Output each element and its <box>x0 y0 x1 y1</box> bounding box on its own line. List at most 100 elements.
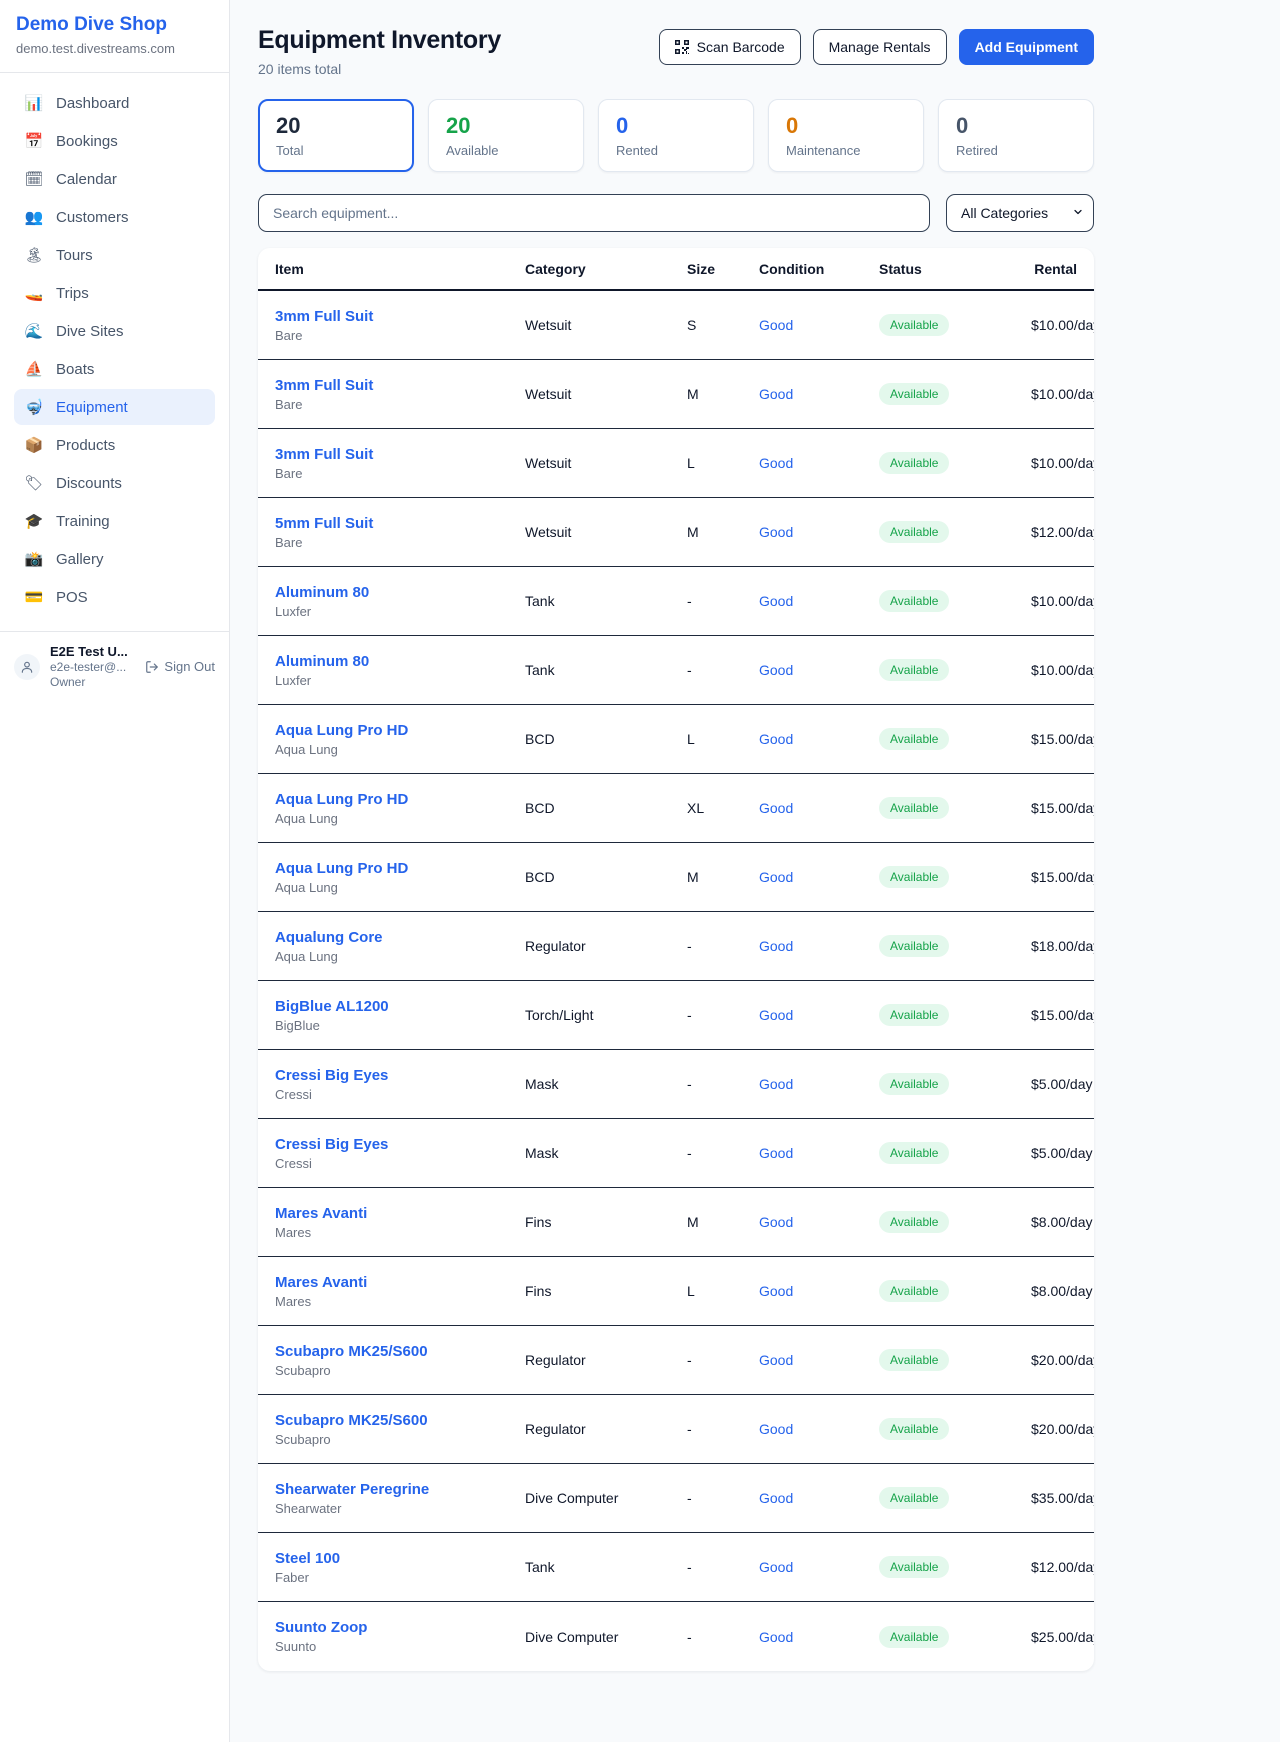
sidebar-item-gallery[interactable]: 📸 Gallery <box>14 541 215 577</box>
condition-link[interactable]: Good <box>759 1421 793 1437</box>
item-link[interactable]: Aluminum 80 <box>275 584 369 601</box>
condition-link[interactable]: Good <box>759 1559 793 1575</box>
sidebar-item-products[interactable]: 📦 Products <box>14 427 215 463</box>
sidebar-item-tours[interactable]: 🏝 Tours <box>14 237 215 273</box>
sidebar-item-calendar[interactable]: 🗓 Calendar <box>14 161 215 197</box>
condition-link[interactable]: Good <box>759 662 793 678</box>
condition-link[interactable]: Good <box>759 386 793 402</box>
column-header-category: Category <box>525 261 687 277</box>
table-row: Aqualung Core Aqua Lung Regulator - Good… <box>258 912 1094 981</box>
stat-card-total[interactable]: 20 Total <box>258 99 414 172</box>
item-link[interactable]: Scubapro MK25/S600 <box>275 1412 428 1429</box>
condition-cell: Good <box>759 455 879 471</box>
status-badge: Available <box>879 1211 949 1233</box>
scan-barcode-label: Scan Barcode <box>697 39 785 55</box>
status-badge: Available <box>879 935 949 957</box>
sidebar-item-discounts[interactable]: 🏷 Discounts <box>14 465 215 501</box>
manage-rentals-button[interactable]: Manage Rentals <box>813 29 947 65</box>
user-name: E2E Test U... <box>50 644 135 659</box>
item-link[interactable]: Shearwater Peregrine <box>275 1481 429 1498</box>
scan-barcode-button[interactable]: Scan Barcode <box>659 29 801 65</box>
condition-link[interactable]: Good <box>759 1076 793 1092</box>
condition-link[interactable]: Good <box>759 1007 793 1023</box>
stat-card-rented[interactable]: 0 Rented <box>598 99 754 172</box>
sidebar-item-equipment[interactable]: 🤿 Equipment <box>14 389 215 425</box>
user-meta: E2E Test U... e2e-tester@... Owner <box>50 644 135 689</box>
add-equipment-button[interactable]: Add Equipment <box>959 29 1094 65</box>
sidebar-item-pos[interactable]: 💳 POS <box>14 579 215 615</box>
sidebar-item-label: Calendar <box>56 171 117 188</box>
item-cell: Aqua Lung Pro HD Aqua Lung <box>275 860 525 895</box>
item-link[interactable]: 3mm Full Suit <box>275 446 373 463</box>
condition-link[interactable]: Good <box>759 869 793 885</box>
sidebar-item-training[interactable]: 🎓 Training <box>14 503 215 539</box>
table-row: Mares Avanti Mares Fins M Good Available… <box>258 1188 1094 1257</box>
credit-card-icon: 💳 <box>24 588 44 606</box>
calendar-date-icon: 📅 <box>24 132 44 150</box>
condition-link[interactable]: Good <box>759 524 793 540</box>
item-brand: Faber <box>275 1570 525 1585</box>
item-brand: Cressi <box>275 1156 525 1171</box>
condition-link[interactable]: Good <box>759 731 793 747</box>
sidebar-item-boats[interactable]: ⛵ Boats <box>14 351 215 387</box>
sidebar-item-trips[interactable]: 🚤 Trips <box>14 275 215 311</box>
item-link[interactable]: BigBlue AL1200 <box>275 998 389 1015</box>
condition-link[interactable]: Good <box>759 593 793 609</box>
item-link[interactable]: 3mm Full Suit <box>275 377 373 394</box>
item-link[interactable]: 5mm Full Suit <box>275 515 373 532</box>
sign-out-button[interactable]: Sign Out <box>145 659 215 674</box>
category-cell: Regulator <box>525 1421 687 1437</box>
sidebar-item-bookings[interactable]: 📅 Bookings <box>14 123 215 159</box>
condition-link[interactable]: Good <box>759 1145 793 1161</box>
item-link[interactable]: Aqua Lung Pro HD <box>275 860 408 877</box>
item-link[interactable]: Aluminum 80 <box>275 653 369 670</box>
status-badge: Available <box>879 383 949 405</box>
item-link[interactable]: Cressi Big Eyes <box>275 1067 388 1084</box>
table-row: Shearwater Peregrine Shearwater Dive Com… <box>258 1464 1094 1533</box>
category-cell: Wetsuit <box>525 455 687 471</box>
item-link[interactable]: Aqualung Core <box>275 929 383 946</box>
item-cell: Aluminum 80 Luxfer <box>275 653 525 688</box>
size-cell: - <box>687 1559 759 1575</box>
condition-cell: Good <box>759 800 879 816</box>
condition-link[interactable]: Good <box>759 800 793 816</box>
item-link[interactable]: Aqua Lung Pro HD <box>275 722 408 739</box>
category-select[interactable]: All Categories <box>946 194 1094 232</box>
condition-link[interactable]: Good <box>759 938 793 954</box>
item-link[interactable]: Aqua Lung Pro HD <box>275 791 408 808</box>
people-icon: 👥 <box>24 208 44 226</box>
condition-cell: Good <box>759 1559 879 1575</box>
condition-link[interactable]: Good <box>759 317 793 333</box>
stat-card-retired[interactable]: 0 Retired <box>938 99 1094 172</box>
item-link[interactable]: Cressi Big Eyes <box>275 1136 388 1153</box>
item-link[interactable]: 3mm Full Suit <box>275 308 373 325</box>
sidebar-item-customers[interactable]: 👥 Customers <box>14 199 215 235</box>
column-header-item: Item <box>275 261 525 277</box>
condition-link[interactable]: Good <box>759 1352 793 1368</box>
stat-card-maintenance[interactable]: 0 Maintenance <box>768 99 924 172</box>
search-input[interactable] <box>258 194 930 232</box>
condition-link[interactable]: Good <box>759 455 793 471</box>
table-row: Aqua Lung Pro HD Aqua Lung BCD XL Good A… <box>258 774 1094 843</box>
condition-link[interactable]: Good <box>759 1490 793 1506</box>
speedboat-icon: 🚤 <box>24 284 44 302</box>
stat-value: 0 <box>616 113 736 139</box>
table-row: Aqua Lung Pro HD Aqua Lung BCD L Good Av… <box>258 705 1094 774</box>
condition-link[interactable]: Good <box>759 1629 793 1645</box>
brand-title[interactable]: Demo Dive Shop <box>16 14 213 36</box>
condition-link[interactable]: Good <box>759 1283 793 1299</box>
item-link[interactable]: Mares Avanti <box>275 1205 367 1222</box>
user-role: Owner <box>50 675 135 689</box>
item-link[interactable]: Mares Avanti <box>275 1274 367 1291</box>
condition-link[interactable]: Good <box>759 1214 793 1230</box>
sidebar-item-dashboard[interactable]: 📊 Dashboard <box>14 85 215 121</box>
status-cell: Available <box>879 452 1031 474</box>
item-link[interactable]: Suunto Zoop <box>275 1619 367 1636</box>
item-link[interactable]: Scubapro MK25/S600 <box>275 1343 428 1360</box>
person-icon <box>20 660 34 674</box>
item-link[interactable]: Steel 100 <box>275 1550 340 1567</box>
sidebar-item-dive-sites[interactable]: 🌊 Dive Sites <box>14 313 215 349</box>
rental-cell: $18.00/day <box>1031 938 1094 954</box>
stat-card-available[interactable]: 20 Available <box>428 99 584 172</box>
size-cell: L <box>687 1283 759 1299</box>
